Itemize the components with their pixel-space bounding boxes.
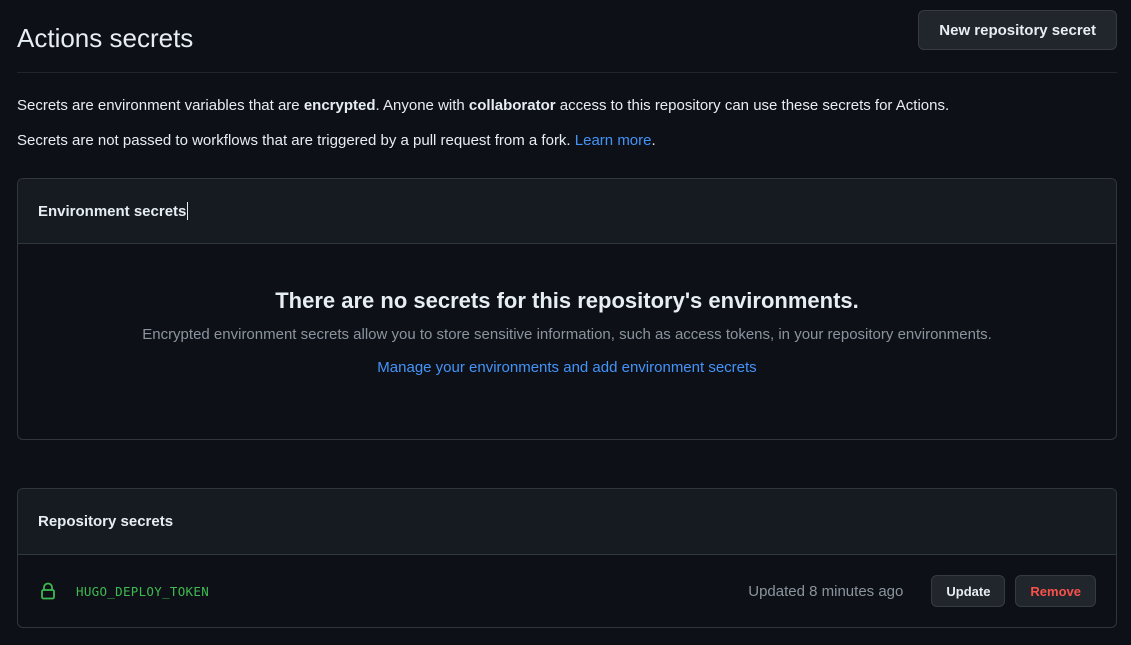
environment-secrets-box: Environment secrets There are no secrets… — [17, 178, 1117, 440]
fork-notice: Secrets are not passed to workflows that… — [17, 131, 1117, 151]
actions-secrets-page: Actions secrets New repository secret Se… — [0, 0, 1131, 645]
description-text: Secrets are environment variables that a… — [17, 97, 304, 114]
environment-secrets-header: Environment secrets — [18, 179, 1116, 244]
secrets-description: Secrets are environment variables that a… — [17, 96, 1117, 116]
description-text: . Anyone with — [375, 97, 469, 114]
lock-icon — [39, 582, 57, 600]
environment-secrets-heading: Environment secrets — [38, 202, 187, 220]
new-repository-secret-button[interactable]: New repository secret — [918, 10, 1117, 50]
description-collaborator: collaborator — [468, 97, 556, 114]
update-secret-button[interactable]: Update — [931, 575, 1006, 607]
description-encrypted: encrypted — [303, 97, 376, 114]
repository-secrets-box: Repository secrets HUGO_DEPLOY_TOKEN Upd… — [17, 488, 1117, 628]
blankslate-title: There are no secrets for this repository… — [275, 288, 859, 313]
fork-notice-period: . — [651, 132, 656, 149]
repository-secrets-heading: Repository secrets — [38, 513, 174, 530]
secret-updated-time: Updated 8 minutes ago — [748, 582, 904, 600]
learn-more-link[interactable]: Learn more — [575, 132, 652, 149]
environment-secrets-blankslate: There are no secrets for this repository… — [18, 244, 1116, 377]
page-header: Actions secrets New repository secret — [17, 0, 1117, 73]
text-cursor — [187, 202, 189, 220]
secret-name: HUGO_DEPLOY_TOKEN — [76, 583, 210, 599]
repository-secrets-header: Repository secrets — [18, 489, 1116, 555]
blankslate-text: Encrypted environment secrets allow you … — [142, 326, 992, 343]
manage-environments-link[interactable]: Manage your environments and add environ… — [377, 359, 756, 376]
description-text: access to this repository can use these … — [555, 97, 950, 114]
secret-row: HUGO_DEPLOY_TOKEN Updated 8 minutes ago … — [18, 555, 1116, 627]
fork-notice-text: Secrets are not passed to workflows that… — [17, 132, 575, 149]
page-title: Actions secrets — [17, 22, 194, 53]
remove-secret-button[interactable]: Remove — [1015, 575, 1096, 607]
